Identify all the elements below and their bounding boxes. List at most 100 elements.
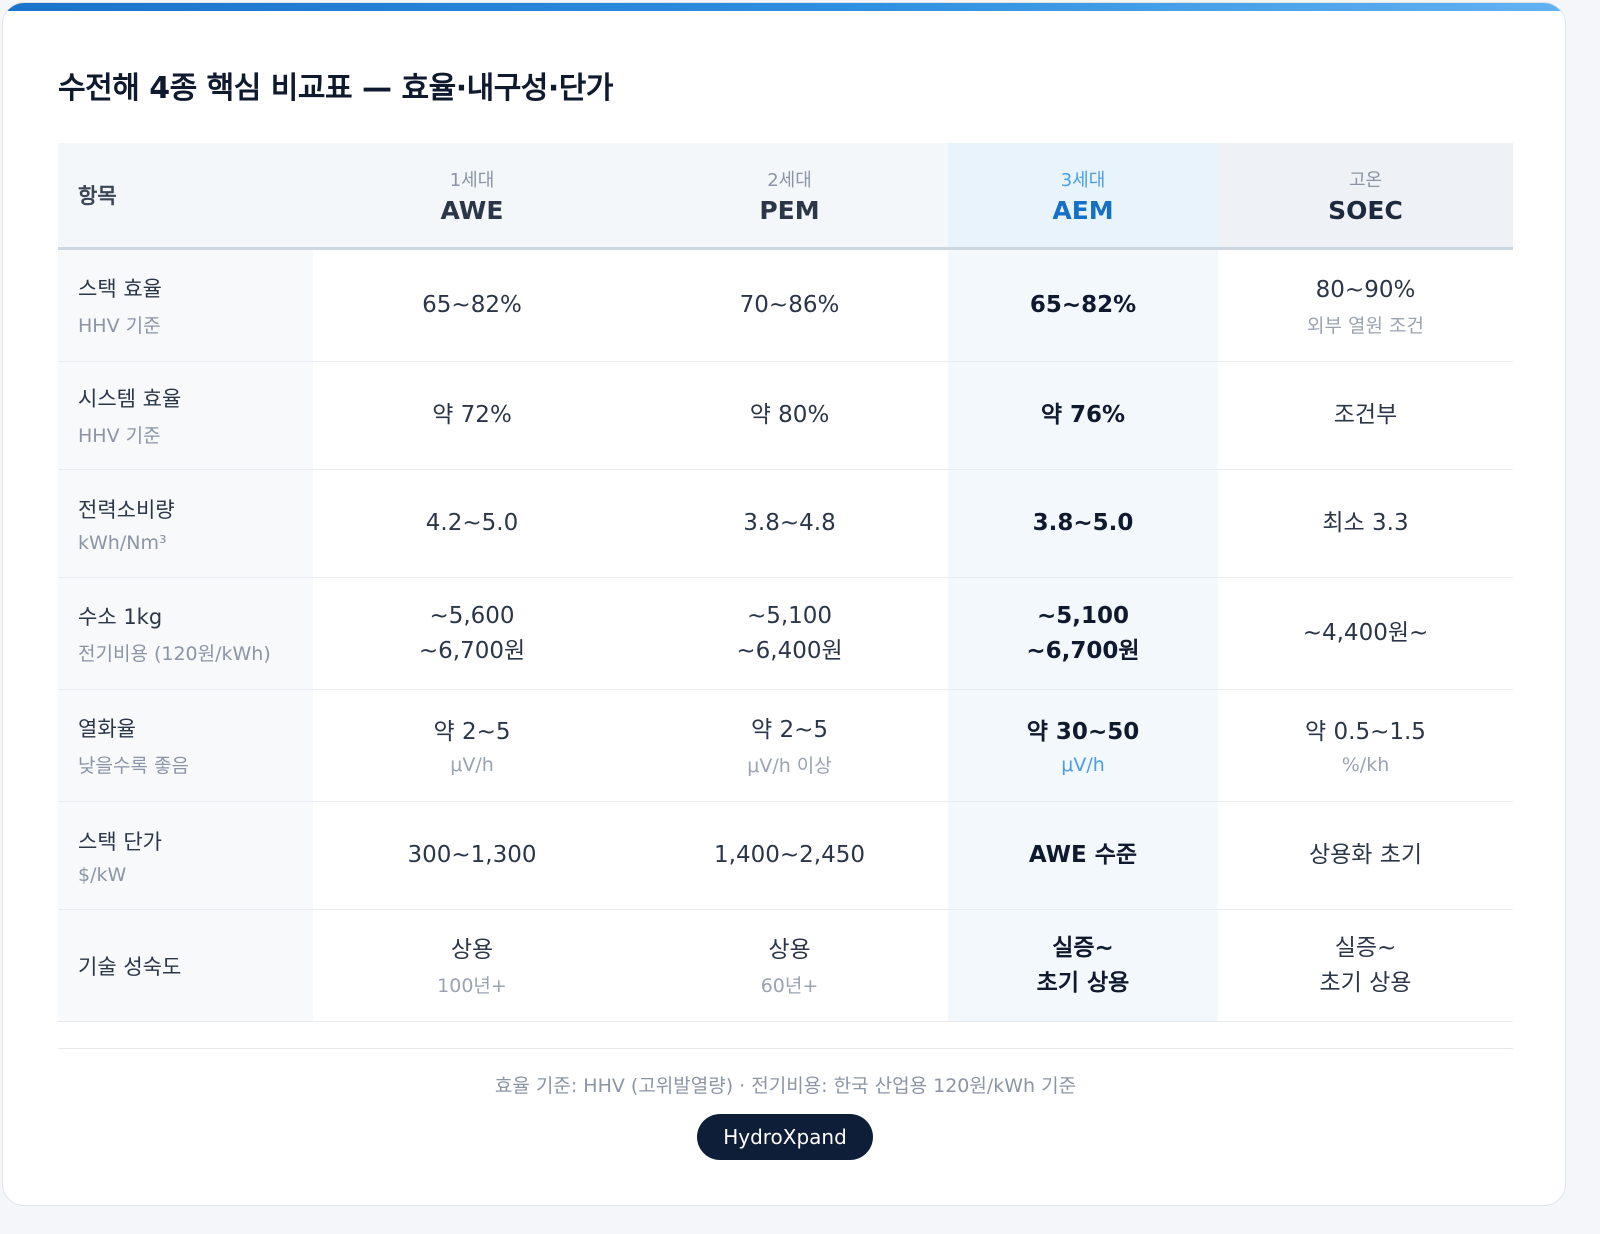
- header-tech-name: AEM: [1052, 195, 1114, 225]
- cell-soec: 상용화 초기: [1218, 801, 1513, 910]
- row-label: 시스템 효율: [78, 387, 182, 411]
- cell-unit: μV/h: [450, 753, 494, 776]
- cell-value: 조건부: [1333, 402, 1398, 429]
- row-label-cell: 시스템 효율 HHV 기준: [58, 361, 313, 470]
- header-aem: 3세대 AEM: [948, 143, 1218, 250]
- cell-unit: 외부 열원 조건: [1307, 315, 1424, 338]
- cell-value-line2: ~6,400원: [736, 637, 843, 664]
- cell-awe: 4.2~5.0: [313, 469, 631, 578]
- cell-value-line2: ~6,700원: [1026, 637, 1140, 664]
- row-sublabel: 낮을수록 좋음: [78, 755, 189, 777]
- table-row-stack-cost: 스택 단가 $/kW 300~1,300 1,400~2,450 AWE 수준 …: [58, 801, 1513, 910]
- cell-value: 65~82%: [422, 292, 522, 319]
- cell-aem: 약 76%: [948, 361, 1218, 470]
- cell-value: 실증~: [1334, 935, 1397, 961]
- row-sublabel: $/kW: [78, 863, 127, 886]
- row-sublabel: 전기비용 (120원/kWh): [78, 643, 271, 665]
- footer-divider: [58, 1048, 1513, 1049]
- cell-pem: ~5,100 ~6,400원: [631, 577, 948, 690]
- cell-value: 300~1,300: [407, 842, 537, 869]
- header-awe: 1세대 AWE: [313, 143, 631, 250]
- cell-value-line2: ~6,700원: [418, 637, 526, 664]
- cell-soec: 실증~ 초기 상용: [1218, 909, 1513, 1022]
- table-header: 항목 1세대 AWE 2세대 PEM 3세대 AEM 고온 SOEC: [58, 143, 1513, 250]
- cell-awe: 약 2~5 μV/h: [313, 689, 631, 802]
- cell-value: 상용: [768, 936, 811, 963]
- cell-value: 약 76%: [1040, 402, 1126, 429]
- header-tech-name: SOEC: [1328, 195, 1403, 225]
- table-row-maturity: 기술 성숙도 상용 100년+ 상용 60년+ 실증~ 초기 상용 실증~ 초기…: [58, 909, 1513, 1022]
- cell-value-line2: 초기 상용: [1319, 969, 1412, 996]
- cell-unit: 60년+: [760, 975, 819, 998]
- cell-aem: AWE 수준: [948, 801, 1218, 910]
- row-label: 스택 효율: [78, 277, 162, 301]
- cell-soec: 약 0.5~1.5 %/kh: [1218, 689, 1513, 802]
- cell-value: 80~90%: [1315, 276, 1416, 303]
- table-row-power-consumption: 전력소비량 kWh/Nm³ 4.2~5.0 3.8~4.8 3.8~5.0 최소…: [58, 469, 1513, 578]
- accent-top-bar: [3, 3, 1565, 11]
- cell-value: ~4,400원~: [1302, 620, 1429, 647]
- cell-value: AWE 수준: [1028, 842, 1138, 869]
- brand-badge: HydroXpand: [697, 1114, 873, 1160]
- cell-value: 약 0.5~1.5: [1305, 719, 1426, 746]
- cell-value: 상용화 초기: [1308, 842, 1423, 869]
- header-generation: 고온: [1348, 169, 1383, 191]
- row-label-cell: 열화율 낮을수록 좋음: [58, 689, 313, 802]
- cell-value: ~5,100: [1036, 603, 1130, 629]
- cell-pem: 70~86%: [631, 248, 948, 362]
- header-pem: 2세대 PEM: [631, 143, 948, 250]
- cell-value: 3.8~5.0: [1032, 510, 1134, 537]
- cell-unit: 100년+: [437, 975, 507, 998]
- row-label: 열화율: [78, 717, 136, 741]
- cell-unit: μV/h 이상: [747, 755, 832, 778]
- comparison-table: 항목 1세대 AWE 2세대 PEM 3세대 AEM 고온 SOEC 스택 효율…: [58, 143, 1513, 1022]
- cell-soec: 80~90% 외부 열원 조건: [1218, 248, 1513, 362]
- header-generation: 1세대: [449, 169, 495, 191]
- table-row-system-efficiency: 시스템 효율 HHV 기준 약 72% 약 80% 약 76% 조건부: [58, 361, 1513, 470]
- cell-value: 실증~: [1052, 935, 1114, 961]
- cell-unit: μV/h: [1061, 753, 1105, 776]
- cell-pem: 1,400~2,450: [631, 801, 948, 910]
- cell-value-line2: 초기 상용: [1036, 969, 1130, 996]
- cell-aem: ~5,100 ~6,700원: [948, 577, 1218, 690]
- cell-pem: 약 2~5 μV/h 이상: [631, 689, 948, 802]
- cell-awe: ~5,600 ~6,700원: [313, 577, 631, 690]
- page-title: 수전해 4종 핵심 비교표 — 효율·내구성·단가: [58, 71, 614, 106]
- row-label: 스택 단가: [78, 829, 162, 854]
- table-row-stack-efficiency: 스택 효율 HHV 기준 65~82% 70~86% 65~82% 80~90%…: [58, 248, 1513, 362]
- header-generation: 3세대: [1060, 169, 1106, 191]
- comparison-table-wrapper: 항목 1세대 AWE 2세대 PEM 3세대 AEM 고온 SOEC 스택 효율…: [58, 143, 1513, 1022]
- cell-awe: 65~82%: [313, 248, 631, 362]
- row-sublabel: kWh/Nm³: [78, 531, 167, 554]
- cell-value: ~5,100: [746, 603, 833, 629]
- cell-pem: 약 80%: [631, 361, 948, 470]
- table-row-degradation: 열화율 낮을수록 좋음 약 2~5 μV/h 약 2~5 μV/h 이상 약 3…: [58, 689, 1513, 802]
- header-item-label: 항목: [58, 143, 313, 250]
- row-label: 기술 성숙도: [78, 954, 182, 979]
- cell-soec: 최소 3.3: [1218, 469, 1513, 578]
- cell-pem: 상용 60년+: [631, 909, 948, 1022]
- cell-value: 4.2~5.0: [425, 510, 519, 537]
- cell-value: 약 80%: [749, 402, 830, 429]
- cell-value: 3.8~4.8: [743, 510, 836, 537]
- cell-awe: 약 72%: [313, 361, 631, 470]
- row-label-cell: 스택 단가 $/kW: [58, 801, 313, 910]
- row-label-cell: 수소 1kg 전기비용 (120원/kWh): [58, 577, 313, 690]
- header-generation: 2세대: [767, 169, 812, 191]
- cell-value: 약 30~50: [1026, 719, 1140, 746]
- cell-value: 약 2~5: [433, 719, 511, 746]
- cell-value: ~5,600: [429, 603, 515, 629]
- row-sublabel: HHV 기준: [78, 425, 161, 447]
- header-tech-name: AWE: [440, 195, 504, 225]
- cell-aem: 65~82%: [948, 248, 1218, 362]
- row-sublabel: HHV 기준: [78, 315, 161, 337]
- cell-value: 약 72%: [432, 402, 512, 429]
- cell-soec: 조건부: [1218, 361, 1513, 470]
- cell-unit: %/kh: [1341, 753, 1390, 776]
- header-tech-name: PEM: [759, 195, 820, 225]
- cell-value: 1,400~2,450: [714, 842, 865, 869]
- table-body: 스택 효율 HHV 기준 65~82% 70~86% 65~82% 80~90%…: [58, 248, 1513, 1022]
- footnote: 효율 기준: HHV (고위발열량) · 전기비용: 한국 산업용 120원/k…: [494, 1075, 1077, 1097]
- row-label-cell: 스택 효율 HHV 기준: [58, 248, 313, 362]
- cell-value: 상용: [450, 936, 494, 963]
